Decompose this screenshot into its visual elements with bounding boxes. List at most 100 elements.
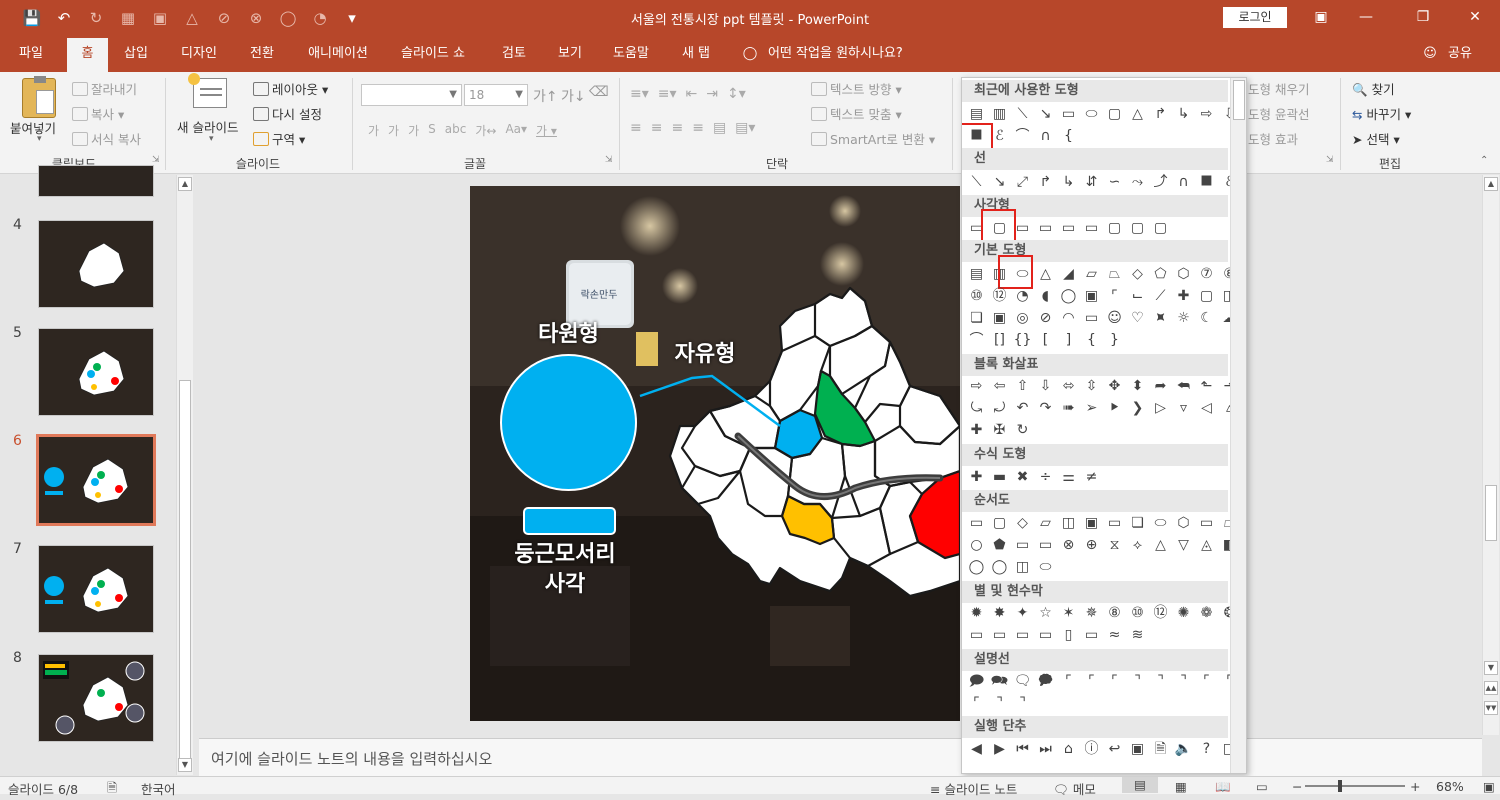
slide-thumbnail-5[interactable] xyxy=(38,328,154,416)
columns-icon[interactable]: ▤▾ xyxy=(735,120,755,136)
action-document-icon[interactable]: 🗎 xyxy=(1151,740,1170,759)
double-bracket-icon[interactable]: [] xyxy=(990,331,1009,350)
chord-icon[interactable]: ◖ xyxy=(1036,287,1055,306)
border-callout-3-icon[interactable]: ⌜ xyxy=(967,694,986,713)
plaque-icon[interactable]: ▢ xyxy=(1197,287,1216,306)
tab-view[interactable]: 보기 xyxy=(550,36,590,72)
chevron-icon[interactable]: ❯ xyxy=(1128,399,1147,418)
line-callout-3-icon[interactable]: ⌜ xyxy=(1105,672,1124,691)
scroll-up-icon[interactable]: ▲ xyxy=(1484,177,1498,191)
rectangle-icon[interactable]: ▭ xyxy=(1059,105,1078,124)
wave-icon[interactable]: ≈ xyxy=(1105,626,1124,645)
or-icon[interactable]: ⊕ xyxy=(1082,536,1101,555)
rect-callout-icon[interactable]: 🗩 xyxy=(967,672,986,691)
shape-outline-button[interactable]: 도형 윤곽선 xyxy=(1248,104,1309,123)
curved-arrow-icon[interactable]: ⤳ xyxy=(1128,173,1147,192)
moon-icon[interactable]: ☾ xyxy=(1197,309,1216,328)
border-callout-1-icon[interactable]: ⌜ xyxy=(1197,672,1216,691)
triangle-icon[interactable]: △ xyxy=(1036,265,1055,284)
new-slide-button[interactable]: 새 슬라이드 xyxy=(177,117,238,136)
block-arc-icon[interactable]: ◠ xyxy=(1059,309,1078,328)
format-painter-button[interactable]: 서식 복사 xyxy=(72,129,141,148)
shape-effects-button[interactable]: 도형 효과 xyxy=(1248,129,1298,148)
right-triangle-icon[interactable]: ◢ xyxy=(1059,265,1078,284)
action-back-icon[interactable]: ◀ xyxy=(967,740,986,759)
line-icon[interactable]: ⟍ xyxy=(1013,105,1032,124)
slide-canvas[interactable]: 락손만두 타원형 둥근모서리 사각 자유형 xyxy=(470,186,960,721)
left-brace-icon[interactable]: { xyxy=(1082,331,1101,350)
summing-junction-icon[interactable]: ⊗ xyxy=(1059,536,1078,555)
no-symbol-icon[interactable]: ⊘ xyxy=(1036,309,1055,328)
slide-thumbnail-8[interactable] xyxy=(38,654,154,742)
shape-icon[interactable]: △ xyxy=(180,7,204,29)
accent-callout-1-icon[interactable]: ⌝ xyxy=(1128,672,1147,691)
cube-icon[interactable]: ❏ xyxy=(967,309,986,328)
justify-icon[interactable]: ≡ xyxy=(692,120,704,136)
action-help-icon[interactable]: ? xyxy=(1197,740,1216,759)
textbox-icon[interactable]: ▤ xyxy=(967,265,986,284)
right-arrow-icon[interactable]: ⇨ xyxy=(967,377,986,396)
frame-icon[interactable]: ▣ xyxy=(1082,287,1101,306)
rounded-rectangle-icon[interactable]: ▢ xyxy=(1105,105,1124,124)
left-arrow-icon[interactable]: ⇦ xyxy=(990,377,1009,396)
double-arrow-line-icon[interactable]: ⤢ xyxy=(1013,173,1032,192)
connector-icon[interactable]: ○ xyxy=(967,536,986,555)
striped-right-arrow-icon[interactable]: ➠ xyxy=(1059,399,1078,418)
intersect-icon[interactable]: ⊗ xyxy=(244,7,268,29)
strikethrough-icon[interactable]: abc xyxy=(445,122,467,139)
select-button[interactable]: ➤ 선택 ▾ xyxy=(1352,129,1400,148)
sequential-storage-icon[interactable]: ◯ xyxy=(967,558,986,577)
freeform-label[interactable]: 자유형 xyxy=(660,336,750,368)
snip-round-rectangle-icon[interactable]: ▭ xyxy=(1082,219,1101,238)
text-direction-button[interactable]: 텍스트 방향 ▾ xyxy=(811,79,902,98)
section-button[interactable]: 구역 ▾ xyxy=(253,129,305,148)
left-right-up-arrow-icon[interactable]: ⬍ xyxy=(1128,377,1147,396)
font-color-icon[interactable]: 가 ▾ xyxy=(536,122,557,139)
notes-pane[interactable]: 여기에 슬라이드 노트의 내용을 입력하십시오 xyxy=(199,738,1482,776)
union-icon[interactable]: ⊘ xyxy=(212,7,236,29)
action-beginning-icon[interactable]: ⏮ xyxy=(1013,740,1032,759)
paste-button[interactable]: 붙여넣기 xyxy=(10,118,56,137)
multidocument-icon[interactable]: ❏ xyxy=(1128,514,1147,533)
pentagon-icon[interactable]: ⬠ xyxy=(1151,265,1170,284)
clipboard-launcher-icon[interactable]: ⇲ xyxy=(152,155,160,165)
ribbon-display-options-icon[interactable]: ▣ xyxy=(1306,6,1336,28)
arrow-line-icon[interactable]: ↘ xyxy=(990,173,1009,192)
curve-icon[interactable]: ∩ xyxy=(1036,127,1055,146)
elbow-arrow-icon[interactable]: ↳ xyxy=(1174,105,1193,124)
cloud-callout-icon[interactable]: 🗭 xyxy=(1036,672,1055,691)
tab-transitions[interactable]: 전환 xyxy=(242,36,282,72)
notes-button[interactable]: ≡ 슬라이드 노트 xyxy=(930,779,1017,798)
smiley-icon[interactable]: ☺ xyxy=(1105,309,1124,328)
sort-icon[interactable]: ⟡ xyxy=(1128,536,1147,555)
quad-callout-icon[interactable]: ✠ xyxy=(990,421,1009,440)
previous-slide-icon[interactable]: ▲▲ xyxy=(1484,681,1498,695)
down-callout-arrow-icon[interactable]: ▿ xyxy=(1174,399,1193,418)
left-bracket-icon[interactable]: [ xyxy=(1036,331,1055,350)
elbow-arrow-icon[interactable]: ↳ xyxy=(1059,173,1078,192)
round-same-side-rectangle-icon[interactable]: ▢ xyxy=(1128,219,1147,238)
bent-arrow-icon[interactable]: ➦ xyxy=(1151,377,1170,396)
rounded-rectangle-label[interactable]: 둥근모서리 사각 xyxy=(490,540,640,600)
slide-thumbnail-6[interactable] xyxy=(36,434,156,526)
accent-callout-3-icon[interactable]: ⌝ xyxy=(1174,672,1193,691)
paste-icon[interactable] xyxy=(22,76,56,118)
curve-icon[interactable]: ∩ xyxy=(1174,173,1193,192)
align-left-icon[interactable]: ≡ xyxy=(630,120,642,136)
folded-corner-icon[interactable]: ▭ xyxy=(1082,309,1101,328)
group-icon[interactable]: ▣ xyxy=(148,7,172,29)
redo-icon[interactable]: ↻ xyxy=(84,7,108,29)
line-spacing-icon[interactable]: ↕▾ xyxy=(727,86,746,102)
replace-button[interactable]: ⇆ 바꾸기 ▾ xyxy=(1352,104,1411,123)
scroll-up-icon[interactable]: ▲ xyxy=(178,177,192,191)
line-callout-2-icon[interactable]: ⌜ xyxy=(1082,672,1101,691)
share-button[interactable]: 공유 xyxy=(1442,36,1478,72)
explosion-1-icon[interactable]: ✹ xyxy=(967,604,986,623)
line-callout-1-icon[interactable]: ⌜ xyxy=(1059,672,1078,691)
merge-icon[interactable]: ▽ xyxy=(1174,536,1193,555)
curved-connector-icon[interactable]: ∽ xyxy=(1105,173,1124,192)
thumbnails-scrollbar[interactable]: ▲ ▼ xyxy=(176,175,193,775)
ellipse-shape[interactable] xyxy=(500,354,637,491)
display-icon[interactable]: ⬭ xyxy=(1036,558,1055,577)
bullets-icon[interactable]: ≡▾ xyxy=(630,86,649,102)
